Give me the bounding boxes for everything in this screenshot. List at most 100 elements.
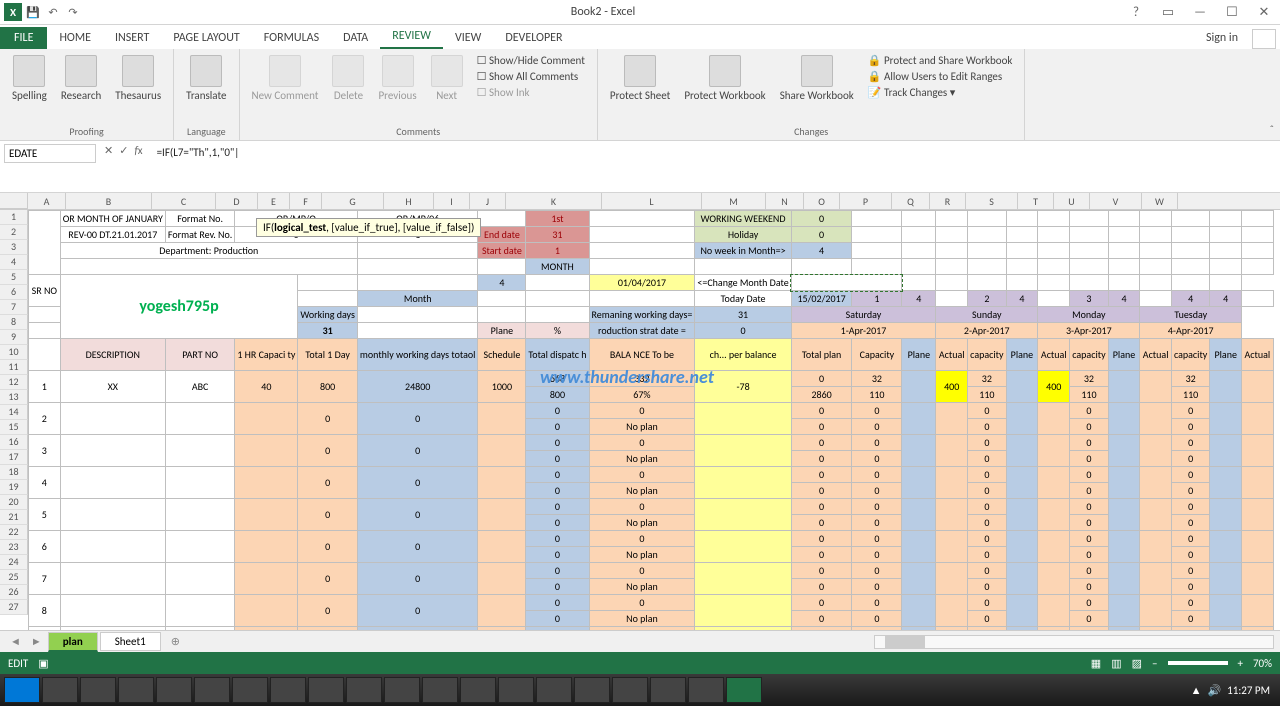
sheet-tab-sheet1[interactable]: Sheet1	[100, 632, 161, 651]
cell[interactable]	[852, 227, 902, 243]
cell[interactable]	[1038, 435, 1070, 467]
maximize-icon[interactable]: ☐	[1220, 5, 1244, 20]
cell[interactable]	[29, 211, 61, 275]
account-icon[interactable]	[1252, 29, 1276, 49]
cell[interactable]: 31	[526, 227, 589, 243]
cell[interactable]	[1171, 227, 1209, 243]
undo-icon[interactable]: ↶	[44, 3, 62, 21]
taskbar-app[interactable]	[346, 677, 382, 703]
name-box[interactable]	[4, 144, 96, 163]
cell[interactable]: 0	[298, 627, 358, 631]
cell[interactable]	[1140, 595, 1172, 627]
cell[interactable]	[526, 307, 589, 323]
cell[interactable]	[298, 275, 358, 291]
cell[interactable]: 6	[29, 531, 61, 563]
row-header[interactable]: 5	[0, 270, 28, 285]
cell[interactable]: 0	[852, 611, 902, 627]
cell[interactable]: 0	[852, 627, 902, 631]
taskbar-app[interactable]	[384, 677, 420, 703]
cell[interactable]: 0	[1171, 483, 1209, 499]
cell[interactable]: 0	[968, 595, 1006, 611]
cell[interactable]: 1	[29, 371, 61, 403]
cell[interactable]	[1210, 499, 1242, 531]
ribbon-display-icon[interactable]: ▭	[1156, 5, 1180, 20]
cell[interactable]: 0	[1171, 435, 1209, 451]
next-comment-button[interactable]: Next	[427, 53, 467, 123]
cell[interactable]	[1210, 595, 1242, 627]
protect-sheet-button[interactable]: Protect Sheet	[606, 53, 674, 123]
cell[interactable]: 0	[791, 531, 852, 547]
col-header[interactable]: R	[930, 193, 966, 209]
col-header[interactable]: F	[290, 193, 322, 209]
cell[interactable]	[1006, 467, 1038, 499]
cell[interactable]	[1038, 211, 1070, 227]
cell[interactable]	[936, 627, 968, 631]
cell[interactable]: 0	[1070, 611, 1108, 627]
cell[interactable]	[902, 499, 936, 531]
cell[interactable]: 0	[526, 611, 589, 627]
cell[interactable]	[235, 595, 298, 627]
col-header[interactable]: U	[1054, 193, 1090, 209]
tab-insert[interactable]: INSERT	[103, 27, 161, 49]
cell[interactable]	[936, 243, 968, 259]
cell[interactable]	[936, 595, 968, 627]
cell[interactable]	[1210, 563, 1242, 595]
cell[interactable]	[968, 275, 1006, 291]
close-icon[interactable]: ✕	[1252, 5, 1276, 20]
tab-home[interactable]: HOME	[47, 27, 103, 49]
cell[interactable]	[478, 307, 526, 323]
cell[interactable]: 0	[852, 419, 902, 435]
cell[interactable]: 32	[968, 371, 1006, 387]
cell[interactable]	[1171, 275, 1209, 291]
zoom-slider[interactable]	[1168, 661, 1228, 665]
cell[interactable]: Plane	[1108, 339, 1140, 371]
cell[interactable]: 1	[526, 243, 589, 259]
row-header[interactable]: 10	[0, 345, 28, 360]
cell[interactable]: Capacity	[852, 339, 902, 371]
cell[interactable]	[1210, 243, 1242, 259]
cell[interactable]: 4	[1171, 291, 1209, 307]
tray-icon[interactable]: ▲	[1191, 684, 1202, 697]
cell[interactable]: Saturday	[791, 307, 935, 323]
cell[interactable]: 4	[478, 275, 526, 291]
prev-comment-button[interactable]: Previous	[374, 53, 420, 123]
cell[interactable]: 0	[791, 483, 852, 499]
cell[interactable]	[1038, 227, 1070, 243]
cell[interactable]: 1 HR Capaci ty	[235, 339, 298, 371]
cell[interactable]: OR MONTH OF JANUARY	[60, 211, 165, 227]
zoom-out-icon[interactable]: –	[1152, 657, 1157, 670]
tab-file[interactable]: FILE	[0, 27, 47, 49]
col-header[interactable]: A	[28, 193, 66, 209]
cell[interactable]: 0	[526, 579, 589, 595]
col-header[interactable]: L	[602, 193, 702, 209]
tab-view[interactable]: VIEW	[443, 27, 493, 49]
cell[interactable]: Schedule	[478, 339, 526, 371]
cancel-formula-icon[interactable]: ✕	[104, 144, 113, 157]
cell[interactable]	[695, 435, 791, 467]
cell[interactable]: 0	[1070, 499, 1108, 515]
taskbar-app[interactable]	[498, 677, 534, 703]
cell[interactable]	[60, 403, 165, 435]
row-header[interactable]: 21	[0, 510, 28, 525]
cell[interactable]: 0	[695, 323, 791, 339]
cell[interactable]	[902, 467, 936, 499]
cell[interactable]: 0	[852, 579, 902, 595]
col-header[interactable]: D	[216, 193, 258, 209]
taskbar-app[interactable]	[156, 677, 192, 703]
cell[interactable]: 0	[526, 547, 589, 563]
cell[interactable]: 0	[791, 563, 852, 579]
cell[interactable]: 0	[791, 371, 852, 387]
cell[interactable]	[1006, 275, 1038, 291]
cell[interactable]: 0	[791, 419, 852, 435]
cell[interactable]	[60, 467, 165, 499]
cell[interactable]: No plan	[589, 451, 695, 467]
cell[interactable]: 0	[357, 403, 478, 435]
cell[interactable]: 0	[1171, 467, 1209, 483]
cell[interactable]: 0	[526, 451, 589, 467]
clock[interactable]: 11:27 PM	[1227, 684, 1270, 697]
taskbar-excel[interactable]	[726, 677, 762, 703]
cell[interactable]	[1242, 467, 1274, 499]
col-header[interactable]: W	[1142, 193, 1178, 209]
col-header[interactable]: Q	[892, 193, 930, 209]
row-header[interactable]: 8	[0, 315, 28, 330]
